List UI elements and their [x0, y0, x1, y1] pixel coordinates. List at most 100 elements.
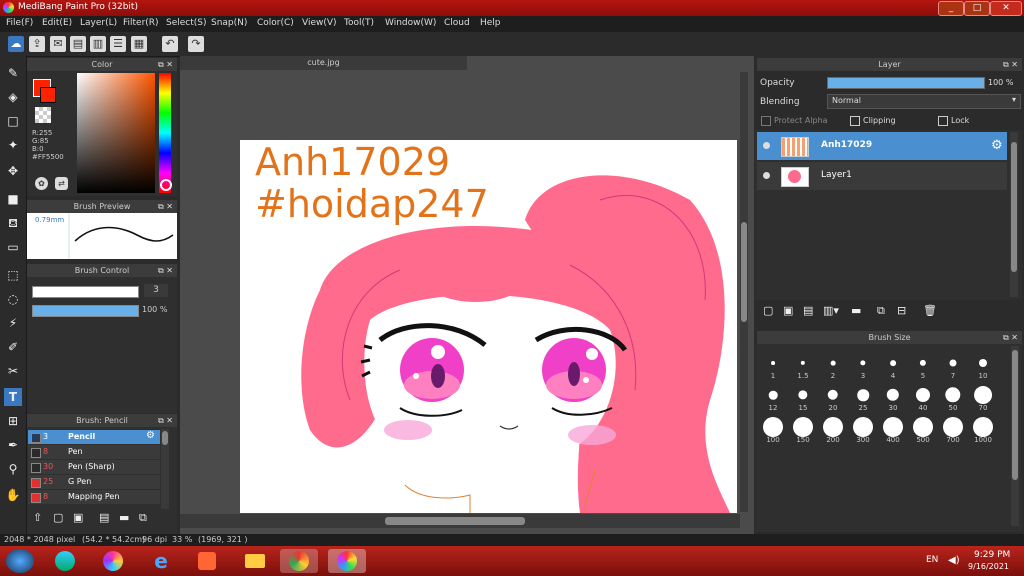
- maximize-button[interactable]: □: [964, 1, 990, 16]
- lock-checkbox[interactable]: [938, 116, 948, 126]
- gradient-icon[interactable]: ▭: [4, 238, 22, 256]
- brush-opacity-slider[interactable]: [32, 305, 139, 317]
- move-icon[interactable]: ✥: [4, 162, 22, 180]
- eyedropper-2-icon[interactable]: ⚲: [4, 460, 22, 478]
- panel-close-icon[interactable]: ⧉ ✕: [1003, 58, 1018, 71]
- brush-size-cell[interactable]: 40: [908, 382, 938, 412]
- folder-icon[interactable]: ▬: [851, 304, 861, 317]
- hue-handle[interactable]: [160, 179, 172, 191]
- redo-icon[interactable]: ↷: [188, 36, 204, 52]
- brush-size-cell[interactable]: 1.5: [788, 350, 818, 380]
- color-saturation-field[interactable]: [77, 73, 155, 193]
- brush-list-item[interactable]: 25 G Pen: [28, 475, 160, 489]
- menu-view[interactable]: View(V): [302, 18, 337, 28]
- dot-icon[interactable]: ✦: [4, 136, 22, 154]
- panel-close-icon[interactable]: ⧉ ✕: [1003, 331, 1018, 344]
- brush-size-cell[interactable]: 4: [878, 350, 908, 380]
- select-rect-icon[interactable]: ⬚: [4, 266, 22, 284]
- panel-close-icon[interactable]: ⧉ ✕: [158, 264, 173, 277]
- clipping-checkbox[interactable]: [850, 116, 860, 126]
- eyedropper-icon[interactable]: ✒: [4, 436, 22, 454]
- divide-icon[interactable]: ⊞: [4, 412, 22, 430]
- edge-browser-icon[interactable]: [50, 549, 80, 573]
- speaker-icon[interactable]: ◀): [948, 555, 960, 566]
- brush-size-cell[interactable]: 400: [878, 414, 908, 444]
- palette-icon[interactable]: ✿: [35, 177, 48, 190]
- eraser-icon[interactable]: ◈: [4, 88, 22, 106]
- layer-list-scrollbar[interactable]: [1010, 132, 1018, 297]
- layer-row[interactable]: Layer1: [757, 162, 1007, 190]
- canvas-horizontal-scrollbar[interactable]: [180, 514, 740, 528]
- new-brush-icon[interactable]: ▢: [53, 511, 63, 524]
- protect-alpha-checkbox[interactable]: [761, 116, 771, 126]
- menu-snap[interactable]: Snap(N): [211, 18, 247, 28]
- brush-size-value[interactable]: 3: [144, 284, 168, 297]
- select-pen-icon[interactable]: ✐: [4, 338, 22, 356]
- duplicate-layer-icon[interactable]: ⧉: [877, 304, 885, 318]
- new-layer-icon[interactable]: ▢: [763, 304, 773, 317]
- lasso-icon[interactable]: ◌: [4, 290, 22, 308]
- brush-size-cell[interactable]: 15: [788, 382, 818, 412]
- brush-list-item[interactable]: 8 Mapping Pen: [28, 490, 160, 504]
- swap-color-icon[interactable]: ⇄: [55, 177, 68, 190]
- brush-size-cell[interactable]: 7: [938, 350, 968, 380]
- canvas-vertical-scrollbar[interactable]: [740, 72, 748, 512]
- brush-size-cell[interactable]: 200: [818, 414, 848, 444]
- language-indicator[interactable]: EN: [926, 555, 938, 565]
- menu-help[interactable]: Help: [480, 18, 501, 28]
- drawing-canvas[interactable]: Anh17029 #hoidap247: [240, 140, 737, 513]
- media-player-icon[interactable]: [192, 549, 222, 573]
- document-icon[interactable]: ▥: [90, 36, 106, 52]
- brush-list-item[interactable]: 3 Pencil ⚙: [28, 430, 160, 444]
- duplicate-icon[interactable]: ⧉: [139, 511, 147, 525]
- brush-size-cell[interactable]: 500: [908, 414, 938, 444]
- menu-file[interactable]: File(F): [6, 18, 33, 28]
- folder-icon[interactable]: ▬: [119, 511, 129, 524]
- layer-opacity-slider[interactable]: [827, 77, 985, 89]
- menu-color[interactable]: Color(C): [257, 18, 294, 28]
- delete-layer-icon[interactable]: 🗑: [923, 304, 937, 317]
- hue-slider[interactable]: [159, 73, 171, 193]
- gear-icon[interactable]: ⚙: [991, 138, 1003, 153]
- undo-icon[interactable]: ↶: [162, 36, 178, 52]
- brush-size-cell[interactable]: 3: [848, 350, 878, 380]
- brush-size-cell[interactable]: 300: [848, 414, 878, 444]
- menu-tool[interactable]: Tool(T): [344, 18, 374, 28]
- file-explorer-icon[interactable]: [240, 549, 270, 573]
- brush-size-cell[interactable]: 12: [758, 382, 788, 412]
- brush-list-scrollbar[interactable]: [161, 429, 169, 509]
- brush-size-scrollbar[interactable]: [1011, 346, 1019, 526]
- magic-wand-icon[interactable]: ⚡: [4, 314, 22, 332]
- brush-icon[interactable]: ✎: [4, 64, 22, 82]
- brush-size-cell[interactable]: 1: [758, 350, 788, 380]
- minimize-button[interactable]: _: [938, 1, 964, 16]
- brush-size-cell[interactable]: 50: [938, 382, 968, 412]
- panel-close-icon[interactable]: ⧉ ✕: [158, 414, 173, 427]
- list-icon[interactable]: ☰: [110, 36, 126, 52]
- background-color-swatch[interactable]: [35, 107, 51, 123]
- brush-size-cell[interactable]: 1000: [968, 414, 998, 444]
- blending-select[interactable]: Normal ▾: [827, 94, 1021, 109]
- brush-size-cell[interactable]: 5: [908, 350, 938, 380]
- brush-size-cell[interactable]: 20: [818, 382, 848, 412]
- brush-list-item[interactable]: 8 Pen: [28, 445, 160, 459]
- menu-layer[interactable]: Layer(L): [80, 18, 117, 28]
- add-brush-icon[interactable]: ⇧: [33, 511, 42, 524]
- merge-layer-icon[interactable]: ⊟: [897, 304, 906, 317]
- menu-filter[interactable]: Filter(R): [123, 18, 159, 28]
- close-button[interactable]: ✕: [990, 1, 1022, 16]
- brush-size-cell[interactable]: 10: [968, 350, 998, 380]
- brush-size-cell[interactable]: 100: [758, 414, 788, 444]
- bucket-icon[interactable]: ⛾: [4, 214, 22, 232]
- chrome-icon[interactable]: [280, 549, 318, 573]
- menu-window[interactable]: Window(W): [385, 18, 436, 28]
- select-eraser-icon[interactable]: ✂: [4, 362, 22, 380]
- clock-date[interactable]: 9/16/2021: [968, 562, 1009, 571]
- horizontal-scroll-thumb[interactable]: [385, 517, 525, 525]
- brush-size-cell[interactable]: 2: [818, 350, 848, 380]
- gear-icon[interactable]: ⚙: [146, 430, 155, 441]
- copy-brush-icon[interactable]: ▤: [99, 511, 109, 524]
- rect-icon[interactable]: □: [4, 112, 22, 130]
- menu-cloud[interactable]: Cloud: [444, 18, 470, 28]
- document-tab[interactable]: cute.jpg: [180, 56, 467, 70]
